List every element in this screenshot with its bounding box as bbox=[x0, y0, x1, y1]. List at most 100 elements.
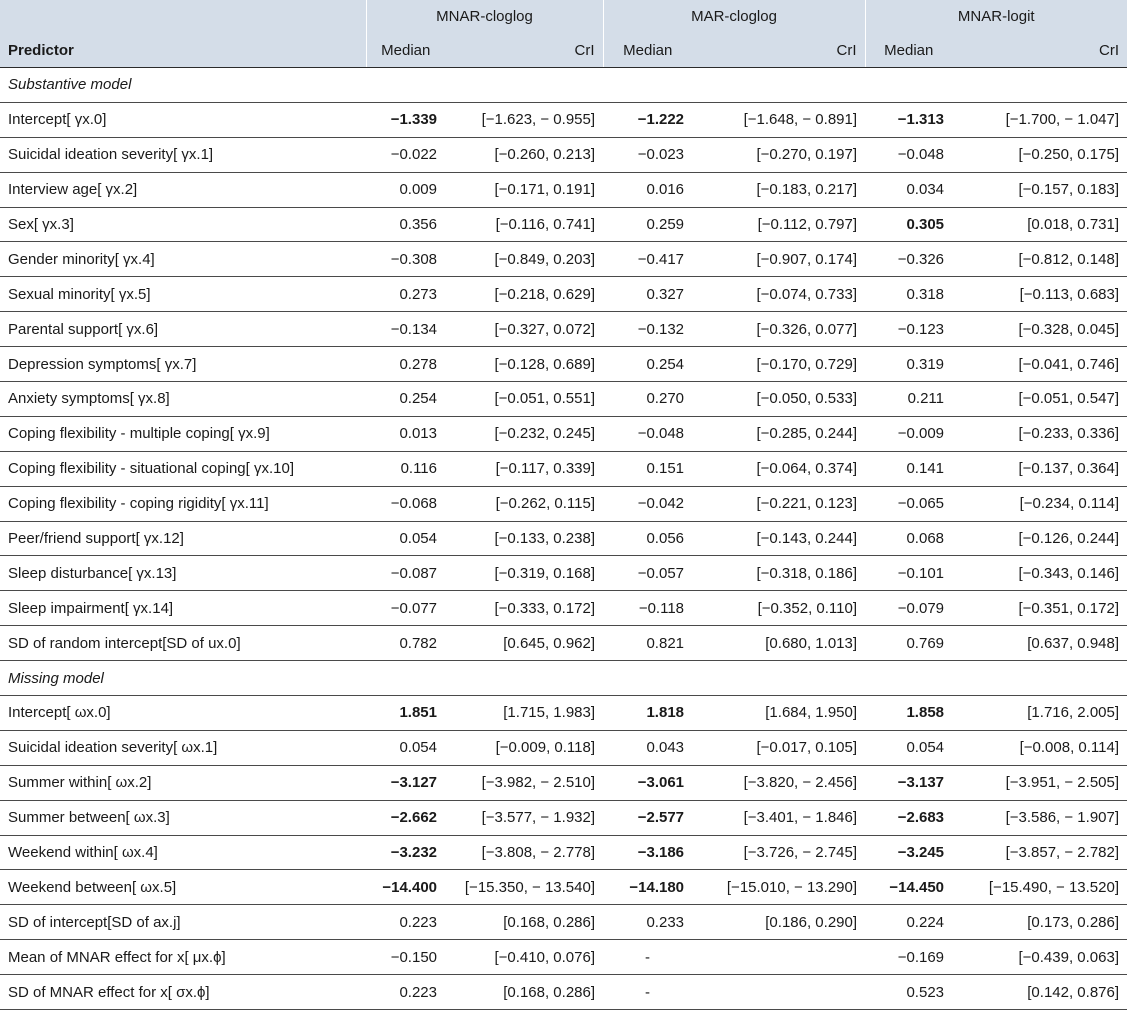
median-cell: −14.180 bbox=[603, 869, 693, 906]
median-cell: −3.232 bbox=[366, 835, 445, 871]
cri-cell: [−0.171, 0.191] bbox=[445, 172, 604, 208]
predictor-cell: Coping flexibility - multiple coping[ γx… bbox=[0, 416, 366, 452]
cri-cell: [−0.327, 0.072] bbox=[445, 311, 604, 348]
median-cell: 0.821 bbox=[603, 625, 693, 662]
cri-cell: [−0.270, 0.197] bbox=[692, 137, 866, 173]
cri-cell: [1.684, 1.950] bbox=[692, 695, 866, 731]
cri-cell: [−0.907, 0.174] bbox=[692, 241, 866, 278]
median-cell: 0.319 bbox=[865, 346, 953, 383]
predictor-cell: Anxiety symptoms[ γx.8] bbox=[0, 381, 366, 417]
table-row: Sleep impairment[ γx.14] −0.077 [−0.333, 0… bbox=[0, 590, 1127, 627]
median-cell: - bbox=[603, 974, 693, 1010]
cri-cell: [−0.221, 0.123] bbox=[692, 486, 866, 522]
median-cell: 0.141 bbox=[865, 451, 953, 487]
median-cell: −0.308 bbox=[366, 241, 445, 278]
predictor-cell: Sex[ γx.3] bbox=[0, 207, 366, 243]
table-row: Summer within[ ωx.2] −3.127 [−3.982, − 2.5… bbox=[0, 765, 1127, 801]
median-cell: 0.523 bbox=[865, 974, 953, 1010]
median-cell: −3.245 bbox=[865, 835, 953, 871]
table-row: Depression symptoms[ γx.7] 0.278 [−0.128, … bbox=[0, 346, 1127, 383]
cri-cell: [−0.333, 0.172] bbox=[445, 590, 604, 627]
cri-cell: [0.173, 0.286] bbox=[952, 904, 1127, 941]
section-header-row: Missing model bbox=[0, 660, 1127, 697]
predictor-cell: Sexual minority[ γx.5] bbox=[0, 276, 366, 313]
cri-cell: [0.168, 0.286] bbox=[445, 974, 604, 1010]
cri-cell: [−3.820, − 2.456] bbox=[692, 765, 866, 801]
median-cell: −1.339 bbox=[366, 102, 445, 138]
median-cell: 0.318 bbox=[865, 276, 953, 313]
predictor-cell: Mean of MNAR effect for x[ μx.ϕ] bbox=[0, 939, 366, 976]
cri-cell: [−3.586, − 1.907] bbox=[952, 800, 1127, 836]
table-row: Gender minority[ γx.4] −0.308 [−0.849, 0.2… bbox=[0, 241, 1127, 278]
table-row: Sexual minority[ γx.5] 0.273 [−0.218, 0.62… bbox=[0, 276, 1127, 313]
predictor-cell: Weekend between[ ωx.5] bbox=[0, 869, 366, 906]
cri-cell: [−0.157, 0.183] bbox=[952, 172, 1127, 208]
cri-cell: [−1.623, − 0.955] bbox=[445, 102, 604, 138]
median-cell: −0.150 bbox=[366, 939, 445, 976]
table-row: Anxiety symptoms[ γx.8] 0.254 [−0.051, 0.5… bbox=[0, 381, 1127, 417]
table-row: Suicidal ideation severity[ ωx.1] 0.054 [−… bbox=[0, 730, 1127, 766]
median-cell: 0.054 bbox=[366, 521, 445, 557]
predictor-cell: Coping flexibility - situational coping[… bbox=[0, 451, 366, 487]
median-cell: 0.278 bbox=[366, 346, 445, 383]
table-row: SD of MNAR effect for x[ σx.ϕ] 0.223 [0.16… bbox=[0, 974, 1127, 1010]
median-cell: −0.077 bbox=[366, 590, 445, 627]
predictor-cell: Intercept[ ωx.0] bbox=[0, 695, 366, 731]
table-row: Suicidal ideation severity[ γx.1] −0.022[… bbox=[0, 137, 1127, 173]
median-header-1: Median bbox=[365, 33, 445, 68]
table-row: Coping flexibility - coping rigidity[ γx… bbox=[0, 486, 1127, 522]
predictor-cell: Weekend within[ ωx.4] bbox=[0, 835, 366, 871]
cri-cell: [−0.250, 0.175] bbox=[952, 137, 1127, 173]
group-header-mnar-cloglog: MNAR-cloglog bbox=[365, 0, 604, 33]
cri-cell: [−0.133, 0.238] bbox=[445, 521, 604, 557]
cri-header-1: CrI bbox=[445, 33, 604, 68]
cri-cell: [0.018, 0.731] bbox=[952, 207, 1127, 243]
cri-cell: [−0.051, 0.551] bbox=[445, 381, 604, 417]
cri-cell: [−0.113, 0.683] bbox=[952, 276, 1127, 313]
table-row: Weekend between[ ωx.5] −14.400 [−15.350, −… bbox=[0, 869, 1127, 906]
median-cell: −0.118 bbox=[603, 590, 693, 627]
cri-cell: [0.186, 0.290] bbox=[692, 904, 866, 941]
median-cell: 0.223 bbox=[366, 974, 445, 1010]
table-row: Intercept[ γx.0] −1.339 [−1.623, − 0.955] −… bbox=[0, 102, 1127, 138]
cri-header-3: CrI bbox=[952, 33, 1127, 68]
predictor-cell: Summer within[ ωx.2] bbox=[0, 765, 366, 801]
median-cell: 1.851 bbox=[366, 695, 445, 731]
median-header-3: Median bbox=[864, 33, 953, 68]
median-cell: −2.662 bbox=[366, 800, 445, 836]
median-cell: 0.254 bbox=[603, 346, 693, 383]
median-cell: −0.023 bbox=[603, 137, 693, 173]
median-cell: −14.400 bbox=[366, 869, 445, 906]
median-cell: −0.134 bbox=[366, 311, 445, 348]
cri-cell: [−3.982, − 2.510] bbox=[445, 765, 604, 801]
median-cell: 0.259 bbox=[603, 207, 693, 243]
cri-cell: [−3.726, − 2.745] bbox=[692, 835, 866, 871]
section-title: Missing model bbox=[0, 660, 1127, 697]
cri-cell: [−0.232, 0.245] bbox=[445, 416, 604, 452]
cri-cell: [−0.318, 0.186] bbox=[692, 555, 866, 592]
median-cell: −3.137 bbox=[865, 765, 953, 801]
median-cell: 0.054 bbox=[865, 730, 953, 766]
cri-cell: [−0.351, 0.172] bbox=[952, 590, 1127, 627]
cri-cell: [−0.137, 0.364] bbox=[952, 451, 1127, 487]
cri-cell: [−15.350, − 13.540] bbox=[445, 869, 604, 906]
cri-cell: [−0.319, 0.168] bbox=[445, 555, 604, 592]
group-header-mnar-logit: MNAR-logit bbox=[864, 0, 1127, 33]
cri-cell: [−0.285, 0.244] bbox=[692, 416, 866, 452]
cri-cell: [0.637, 0.948] bbox=[952, 625, 1127, 662]
cri-cell: [−0.343, 0.146] bbox=[952, 555, 1127, 592]
median-cell: 0.233 bbox=[603, 904, 693, 941]
median-cell: 0.151 bbox=[603, 451, 693, 487]
cri-cell: [−0.328, 0.045] bbox=[952, 311, 1127, 348]
cri-cell: [−0.812, 0.148] bbox=[952, 241, 1127, 278]
predictor-cell: Sleep disturbance[ γx.13] bbox=[0, 555, 366, 592]
median-cell: −1.222 bbox=[603, 102, 693, 138]
median-cell: 0.270 bbox=[603, 381, 693, 417]
predictor-cell: Peer/friend support[ γx.12] bbox=[0, 521, 366, 557]
median-cell: 0.116 bbox=[366, 451, 445, 487]
predictor-cell: Intercept[ γx.0] bbox=[0, 102, 366, 138]
cri-cell: [−0.064, 0.374] bbox=[692, 451, 866, 487]
predictor-header: Predictor bbox=[0, 33, 366, 68]
median-cell: 0.223 bbox=[366, 904, 445, 941]
predictor-cell: SD of MNAR effect for x[ σx.ϕ] bbox=[0, 974, 366, 1010]
